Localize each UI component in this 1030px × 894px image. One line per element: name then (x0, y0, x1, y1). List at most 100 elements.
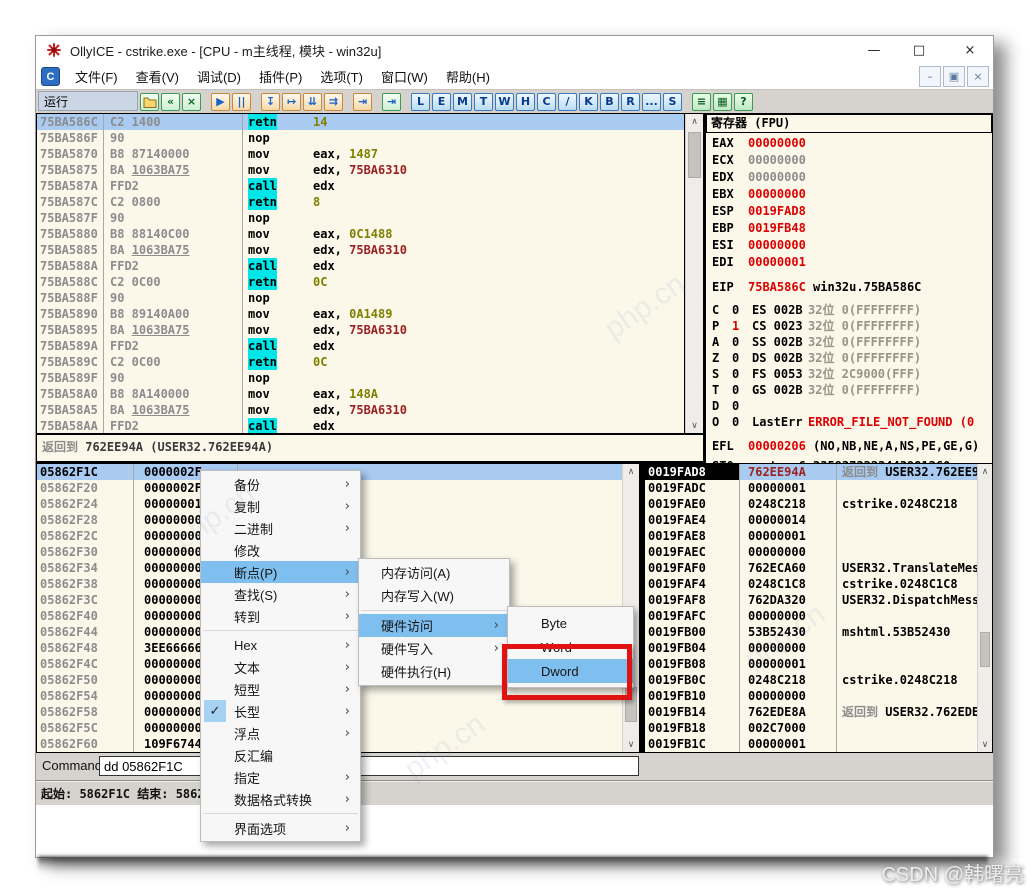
command-input[interactable] (99, 756, 639, 776)
st0-row[interactable]: ST0empty -6.2359373223443981260 (712, 458, 992, 463)
help-button[interactable]: ? (734, 93, 753, 111)
menu-item-data-format-convert[interactable]: 数据格式转换› (201, 788, 360, 810)
view-windows-button[interactable]: W (495, 93, 514, 111)
menu-item-short[interactable]: 短型› (201, 678, 360, 700)
stack-row[interactable]: 0019FB18002C7000 (645, 720, 977, 736)
stack-row[interactable]: 0019FAEC00000000 (645, 544, 977, 560)
animate-into-button[interactable]: ⇊ (303, 93, 322, 111)
menu-item-breakpoint[interactable]: 断点(P)› (201, 561, 360, 583)
disasm-row[interactable]: 75BA5885BA 1063BA75movedx, 75BA6310 (37, 242, 684, 258)
register-row[interactable]: EAX00000000 (712, 135, 992, 152)
cpu-window-icon[interactable]: C (41, 67, 60, 86)
stack-row[interactable]: 0019FAD8762EE94A返回到 USER32.762EE94A (645, 464, 977, 480)
menu-item-0[interactable]: 文件(F) (66, 67, 127, 86)
menu-item-hex[interactable]: Hex› (201, 634, 360, 656)
stack-row[interactable]: 0019FAF8762DA320USER32.DispatchMessage (645, 592, 977, 608)
disasm-row[interactable]: 75BA5870B8 87140000moveax, 1487 (37, 146, 684, 162)
flag-row[interactable]: T0GS 002B32位 0(FFFFFFFF) (712, 382, 992, 398)
scrollbar-thumb[interactable] (688, 132, 701, 178)
disasm-row[interactable]: 75BA58AAFFD2calledx (37, 418, 684, 433)
stack-row[interactable]: 0019FB1000000000 (645, 688, 977, 704)
disasm-row[interactable]: 75BA588AFFD2calledx (37, 258, 684, 274)
ollyice-app-icon[interactable] (46, 42, 62, 58)
flag-row[interactable]: O0LastErrERROR_FILE_NOT_FOUND (0 (712, 414, 992, 430)
menu-item-5[interactable]: 窗口(W) (372, 67, 437, 86)
view-run-trace-button[interactable]: ... (642, 93, 661, 111)
menu-item-long[interactable]: ✓长型› (201, 700, 360, 722)
disasm-row[interactable]: 75BA587CC2 0800retn8 (37, 194, 684, 210)
scroll-down-icon[interactable]: ∨ (623, 737, 639, 752)
menu-item-appearance-options[interactable]: 界面选项› (201, 817, 360, 839)
menu-item-disassemble[interactable]: 反汇编 (201, 744, 360, 766)
flag-row[interactable]: C0ES 002B32位 0(FFFFFFFF) (712, 302, 992, 318)
disasm-row[interactable]: 75BA589AFFD2calledx (37, 338, 684, 354)
stack-row[interactable]: 0019FB0400000000 (645, 640, 977, 656)
mdi-minimize-button[interactable]: – (919, 66, 941, 87)
stack-row[interactable]: 0019FB0800000001 (645, 656, 977, 672)
view-source-button[interactable]: S (663, 93, 682, 111)
menu-item-6[interactable]: 帮助(H) (437, 67, 499, 86)
menu-item-memory-access[interactable]: 内存访问(A) (359, 561, 509, 584)
menu-item-copy[interactable]: 复制› (201, 495, 360, 517)
stack-row[interactable]: 0019FADC00000001 (645, 480, 977, 496)
register-row[interactable]: ECX00000000 (712, 152, 992, 169)
disasm-row[interactable]: 75BA58A0B8 8A140000moveax, 148A (37, 386, 684, 402)
disasm-row[interactable]: 75BA58A5BA 1063BA75movedx, 75BA6310 (37, 402, 684, 418)
view-patches-button[interactable]: / (558, 93, 577, 111)
register-row[interactable]: EBP0019FB48 (712, 220, 992, 237)
menu-item-byte[interactable]: Byte (508, 611, 633, 635)
stack-row[interactable]: 0019FB14762EDE8A返回到 USER32.762EDE8A (645, 704, 977, 720)
open-file-button[interactable] (140, 93, 159, 111)
run-button[interactable]: ▶ (211, 93, 230, 111)
register-row[interactable]: EDI00000001 (712, 254, 992, 271)
menu-item-binary[interactable]: 二进制› (201, 517, 360, 539)
menu-item-modify[interactable]: 修改 (201, 539, 360, 561)
view-cpu-button[interactable]: C (537, 93, 556, 111)
scroll-up-icon[interactable]: ∧ (978, 464, 992, 479)
disasm-row[interactable]: 75BA589F90nop (37, 370, 684, 386)
disasm-row[interactable]: 75BA5890B8 89140A00moveax, 0A1489 (37, 306, 684, 322)
disasm-row[interactable]: 75BA587AFFD2calledx (37, 178, 684, 194)
mdi-close-button[interactable]: × (967, 66, 989, 87)
execute-till-return-button[interactable]: ⇥ (353, 93, 372, 111)
menu-item-hardware-write[interactable]: 硬件写入› (359, 637, 509, 660)
disassembly-scrollbar[interactable]: ∧ ∨ (685, 114, 703, 433)
scroll-up-icon[interactable]: ∧ (686, 114, 703, 129)
disasm-row[interactable]: 75BA588CC2 0C00retn0C (37, 274, 684, 290)
menu-item-search[interactable]: 查找(S)› (201, 583, 360, 605)
menu-item-memory-write[interactable]: 内存写入(W) (359, 584, 509, 607)
view-threads-button[interactable]: T (474, 93, 493, 111)
restart-button[interactable]: « (161, 93, 180, 111)
view-memory-button[interactable]: M (453, 93, 472, 111)
disasm-row[interactable]: 75BA587F90nop (37, 210, 684, 226)
menu-item-go-to[interactable]: 转到› (201, 605, 360, 627)
disasm-row[interactable]: 75BA589CC2 0C00retn0C (37, 354, 684, 370)
scroll-down-icon[interactable]: ∨ (686, 418, 703, 433)
menu-item-3[interactable]: 插件(P) (250, 67, 311, 86)
menu-item-hardware-access[interactable]: 硬件访问› (359, 614, 509, 637)
stack-row[interactable]: 0019FAE00248C218cstrike.0248C218 (645, 496, 977, 512)
stack-row[interactable]: 0019FAE400000014 (645, 512, 977, 528)
menu-item-hardware-execute[interactable]: 硬件执行(H) (359, 660, 509, 683)
menu-item-1[interactable]: 查看(V) (127, 67, 188, 86)
view-references-button[interactable]: R (621, 93, 640, 111)
register-row-eip[interactable]: EIP75BA586C win32u.75BA586C (712, 279, 992, 296)
flag-row[interactable]: A0SS 002B32位 0(FFFFFFFF) (712, 334, 992, 350)
flag-row[interactable]: P1CS 002332位 0(FFFFFFFF) (712, 318, 992, 334)
disasm-row[interactable]: 75BA5880B8 88140C00moveax, 0C1488 (37, 226, 684, 242)
view-breakpoints-button[interactable]: B (600, 93, 619, 111)
close-button[interactable]: × (953, 36, 987, 64)
view-handles-button[interactable]: H (516, 93, 535, 111)
view-call-stack-button[interactable]: K (579, 93, 598, 111)
pause-button[interactable]: || (232, 93, 251, 111)
menu-item-special[interactable]: 指定› (201, 766, 360, 788)
scrollbar-thumb[interactable] (980, 632, 990, 667)
view-executables-button[interactable]: E (432, 93, 451, 111)
execute-till-user-code-button[interactable]: ⇥ (382, 93, 401, 111)
view-log-button[interactable]: L (411, 93, 430, 111)
disasm-row[interactable]: 75BA5875BA 1063BA75movedx, 75BA6310 (37, 162, 684, 178)
disasm-row[interactable]: 75BA588F90nop (37, 290, 684, 306)
windows-list-button[interactable]: ≡ (692, 93, 711, 111)
stack-row[interactable]: 0019FB0C0248C218cstrike.0248C218 (645, 672, 977, 688)
close-program-button[interactable]: × (182, 93, 201, 111)
